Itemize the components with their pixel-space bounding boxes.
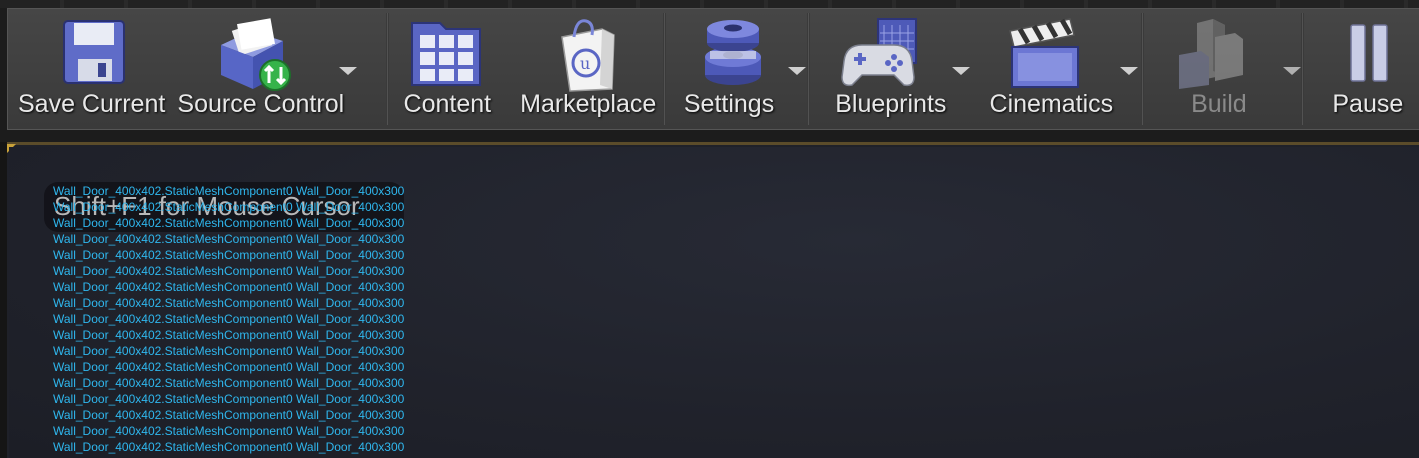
svg-text:u: u	[580, 54, 590, 73]
debug-text-line: Wall_Door_400x402.StaticMeshComponent0 W…	[53, 296, 405, 310]
blueprints-label: Blueprints	[835, 90, 947, 118]
settings-label: Settings	[683, 90, 775, 118]
debug-text-line: Wall_Door_400x402.StaticMeshComponent0 W…	[53, 392, 405, 406]
build-dropdown-arrow[interactable]	[1283, 67, 1302, 75]
debug-text-line: Wall_Door_400x402.StaticMeshComponent0 W…	[53, 232, 405, 246]
debug-text-line: Wall_Door_400x402.StaticMeshComponent0 W…	[53, 280, 405, 294]
toolbar-separator	[1301, 13, 1304, 125]
settings-gear-icon	[705, 20, 762, 85]
debug-text-line: Wall_Door_400x402.StaticMeshComponent0 W…	[53, 184, 405, 198]
blueprints-button[interactable]: Blueprints	[824, 9, 972, 129]
floppy-disk-icon	[63, 20, 125, 84]
debug-text-line: Wall_Door_400x402.StaticMeshComponent0 W…	[53, 424, 405, 438]
build-blocks-icon	[1179, 19, 1244, 89]
settings-button[interactable]: Settings	[682, 9, 810, 129]
cinematics-label: Cinematics	[989, 90, 1114, 118]
source-control-dropdown-arrow[interactable]	[339, 67, 358, 75]
source-control-button[interactable]: Source Control	[175, 9, 362, 129]
debug-text-line: Wall_Door_400x402.StaticMeshComponent0 W…	[53, 408, 405, 422]
debug-text-line: Wall_Door_400x402.StaticMeshComponent0 W…	[53, 200, 405, 214]
blueprints-dropdown-arrow[interactable]	[952, 67, 970, 75]
source-control-label: Source Control	[177, 90, 345, 118]
gamepad-blueprint-icon	[841, 18, 917, 87]
toolbar-separator	[1141, 13, 1144, 125]
save-current-button[interactable]: Save Current	[8, 9, 175, 129]
build-button[interactable]: Build	[1157, 9, 1307, 129]
debug-text-line: Wall_Door_400x402.StaticMeshComponent0 W…	[53, 328, 405, 342]
source-control-icon	[221, 18, 292, 91]
debug-text-overlay: Wall_Door_400x402.StaticMeshComponent0 W…	[53, 183, 404, 458]
debug-text-line: Wall_Door_400x402.StaticMeshComponent0 W…	[53, 312, 405, 326]
toolbar-top-band	[0, 0, 1419, 8]
content-browser-icon	[411, 22, 482, 86]
content-label: Content	[403, 90, 492, 118]
debug-text-line: Wall_Door_400x402.StaticMeshComponent0 W…	[53, 440, 405, 454]
marketplace-bag-icon: u	[561, 19, 616, 92]
pause-label: Pause	[1332, 90, 1404, 118]
settings-dropdown-arrow[interactable]	[788, 67, 807, 75]
clapperboard-icon	[1008, 18, 1079, 88]
editor-toolbar-area: Save Current Source Control Content u Ma…	[0, 0, 1419, 142]
toolbar-separator	[663, 13, 666, 125]
debug-text-line: Wall_Door_400x402.StaticMeshComponent0 W…	[53, 376, 405, 390]
build-label: Build	[1191, 90, 1247, 118]
debug-text-line: Wall_Door_400x402.StaticMeshComponent0 W…	[53, 344, 405, 358]
toolbar-separator	[807, 13, 810, 125]
pause-icon	[1349, 24, 1388, 82]
debug-text-line: Wall_Door_400x402.StaticMeshComponent0 W…	[53, 264, 405, 278]
marketplace-label: Marketplace	[520, 90, 657, 118]
viewport-scene[interactable]: Shift+F1 for Mouse Cursor Wall_Door_400x…	[9, 147, 1419, 458]
cinematics-button[interactable]: Cinematics	[984, 9, 1143, 129]
marketplace-button[interactable]: u Marketplace	[516, 9, 660, 129]
debug-text-line: Wall_Door_400x402.StaticMeshComponent0 W…	[53, 360, 405, 374]
content-button[interactable]: Content	[388, 9, 506, 129]
save-current-label: Save Current	[18, 90, 166, 118]
debug-text-line: Wall_Door_400x402.StaticMeshComponent0 W…	[53, 216, 405, 230]
debug-text-line: Wall_Door_400x402.StaticMeshComponent0 W…	[53, 248, 405, 262]
pause-button[interactable]: Pause	[1317, 9, 1419, 129]
main-toolbar: Save Current Source Control Content u Ma…	[7, 8, 1419, 130]
level-viewport[interactable]: Shift+F1 for Mouse Cursor Wall_Door_400x…	[7, 142, 1419, 458]
cinematics-dropdown-arrow[interactable]	[1119, 67, 1138, 75]
